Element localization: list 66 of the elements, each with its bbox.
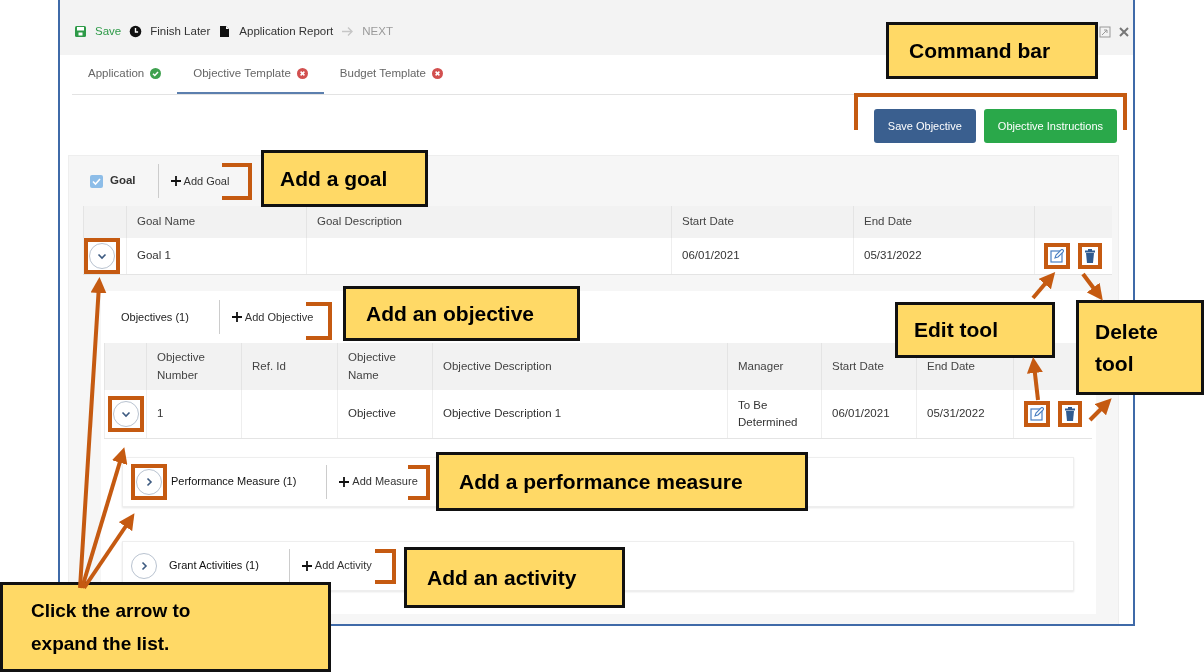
save-icon — [74, 25, 87, 38]
column-header: End Date — [864, 215, 912, 228]
checkbox-label: Goal — [110, 173, 136, 189]
table-cell: To Be Determined — [738, 398, 798, 428]
table-cell: Objective — [348, 407, 396, 420]
arrow — [1088, 398, 1112, 422]
arrow — [1031, 271, 1056, 300]
callout: Add a goal — [261, 150, 428, 207]
column-header: End Date — [927, 359, 975, 372]
column-header: Ref. Id — [252, 359, 286, 372]
table-cell: 06/01/2021 — [832, 407, 890, 420]
section-title: Grant Activities (1) — [169, 558, 259, 574]
command-button[interactable]: Save Objective — [873, 109, 976, 143]
section-title: Objectives (1) — [121, 309, 189, 325]
table-cell: 1 — [157, 407, 164, 420]
section-title: Performance Measure (1) — [171, 474, 297, 490]
toolbar-link[interactable]: Save — [95, 22, 122, 41]
toolbar-link[interactable]: Finish Later — [150, 22, 211, 41]
callout: Delete tool — [1076, 300, 1204, 395]
file-icon — [218, 25, 232, 38]
plus-icon — [170, 176, 181, 186]
column-header: Goal Description — [317, 215, 402, 228]
callout: Add an objective — [343, 286, 580, 341]
checkbox[interactable] — [90, 174, 103, 188]
table-cell: 06/01/2021 — [682, 249, 740, 262]
table-cell: Objective Description 1 — [443, 407, 562, 420]
close-icon[interactable] — [1119, 26, 1129, 37]
tab[interactable]: Application — [72, 55, 178, 94]
edit-icon[interactable] — [1050, 249, 1065, 263]
arrow-right-icon — [341, 25, 355, 38]
callout: Click the arrow to expand the list. — [0, 582, 331, 672]
plus-icon — [339, 476, 350, 487]
maximize-icon[interactable] — [1099, 25, 1111, 38]
callout: Edit tool — [895, 302, 1055, 358]
callout: Command bar — [886, 22, 1098, 79]
edit-icon[interactable] — [1029, 406, 1044, 421]
table-cell: 05/31/2022 — [864, 249, 922, 262]
chevron-down-icon — [97, 251, 107, 261]
column-header: Objective Name — [348, 351, 396, 381]
add-link[interactable]: Add Activity — [301, 557, 372, 574]
tab[interactable]: Budget Template — [323, 55, 459, 94]
trash-icon[interactable] — [1084, 249, 1097, 263]
toolbar-link[interactable]: Application Report — [239, 22, 334, 41]
bracket-mark — [375, 549, 396, 584]
arrow — [1081, 272, 1103, 301]
column-header: Start Date — [832, 359, 884, 372]
tab[interactable]: Objective Template — [177, 55, 324, 94]
trash-icon[interactable] — [1063, 406, 1076, 421]
column-header: Goal Name — [137, 215, 196, 228]
table-cell: 05/31/2022 — [927, 407, 985, 420]
callout: Add a performance measure — [436, 452, 808, 511]
clock-icon — [129, 25, 143, 38]
plus-icon — [301, 560, 312, 571]
expand-button[interactable] — [131, 552, 157, 579]
callout: Add an activity — [404, 547, 625, 608]
column-header: Objective Description — [443, 359, 552, 372]
chevron-right-icon — [139, 560, 149, 571]
column-header: Start Date — [682, 215, 734, 228]
column-header: Manager — [738, 359, 784, 372]
column-header: Objective Number — [157, 351, 205, 381]
add-link[interactable]: Add Measure — [339, 473, 418, 490]
table-cell: Goal 1 — [137, 249, 171, 262]
plus-icon — [231, 312, 242, 322]
add-objective-link[interactable]: Add Objective — [231, 308, 314, 326]
chevron-right-icon — [144, 476, 154, 487]
add-goal-link[interactable]: Add Goal — [170, 172, 230, 190]
